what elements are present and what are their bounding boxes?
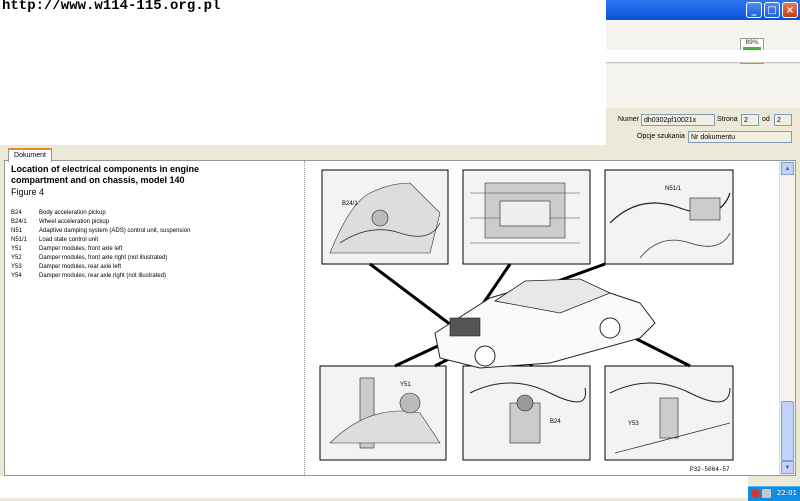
legend-code: N51/1 — [11, 237, 28, 243]
car-illustration — [434, 278, 656, 369]
legend-item: B24/1 Wheel acceleration pickup — [11, 218, 301, 227]
taskbar-clock: 22:01 — [776, 489, 797, 497]
detail-panel-bottom-left — [319, 365, 447, 461]
label-b24-1: B24/1 — [342, 201, 358, 207]
legend-text: Damper modules, front axle right (not il… — [39, 255, 168, 261]
legend-text: Damper modules, rear axle right (not ill… — [39, 273, 167, 279]
scroll-up-button[interactable]: ▲ — [781, 162, 794, 175]
legend-text: Body acceleration pickup — [39, 210, 106, 216]
close-button[interactable]: × — [782, 2, 798, 18]
label-y51: Y51 — [400, 382, 411, 388]
opcje-szukania-label: Opcje szukania — [637, 133, 685, 140]
minimize-button[interactable]: _ — [746, 2, 762, 18]
numer-label: Numer — [618, 116, 640, 123]
legend-code: Y54 — [11, 273, 22, 279]
scroll-thumb[interactable] — [781, 401, 794, 461]
progress-label: 89% — [745, 39, 759, 46]
detail-panel-bottom-right — [604, 365, 734, 461]
url-text: http://www.w114-115.org.pl — [2, 0, 221, 14]
legend-item: Y54 Damper modules, rear axle right (not … — [11, 272, 301, 281]
figure-label: Figure 4 — [11, 187, 45, 197]
legend-item: B24 Body acceleration pickup — [11, 209, 301, 218]
numer-field[interactable]: dh0302pf10021x — [641, 114, 715, 126]
legend-text: Damper modules, rear axle left — [39, 264, 122, 270]
figure-reference: P32-5064-57 — [690, 466, 730, 473]
page-divider — [304, 161, 306, 475]
document-title: Location of electrical components in eng… — [11, 164, 200, 185]
legend-code: B24 — [11, 210, 22, 216]
label-b24: B24 — [550, 419, 561, 425]
bottom-white-band — [0, 476, 748, 498]
legend-item: N51 Adaptive damping system (ADS) control… — [11, 227, 301, 236]
legend-item: Y52 Damper modules, front axle right (not… — [11, 254, 301, 263]
label-n51-1: N51/1 — [665, 186, 682, 192]
component-location-diagram: B24/1 N51/1 Y51 B24 Y53 P32-5064-57 — [319, 169, 734, 473]
legend-item: Y51 Damper modules, front axle left — [11, 245, 301, 254]
detail-panel-top-left — [321, 169, 449, 265]
legend-code: Y52 — [11, 255, 22, 261]
tab-dokument[interactable]: Dokument — [8, 148, 52, 162]
legend-code: Y51 — [11, 246, 22, 252]
scroll-down-button[interactable]: ▼ — [781, 461, 794, 474]
tray-network-icon[interactable] — [762, 489, 771, 498]
legend-item: N51/1 Load state control unit — [11, 236, 301, 245]
vertical-scrollbar[interactable]: ▲ ▼ — [779, 161, 795, 475]
taskbar-tray: 22:01 — [748, 486, 800, 501]
search-options-select[interactable]: Nr dokumentu — [688, 131, 792, 143]
legend-text: Adaptive damping system (ADS) control un… — [39, 228, 191, 234]
tray-alert-icon[interactable] — [751, 489, 760, 498]
document-pane: Location of electrical components in eng… — [4, 160, 796, 476]
url-banner: http://www.w114-115.org.pl — [0, 0, 606, 145]
legend-code: N51 — [11, 228, 23, 234]
detail-panel-bottom-middle — [462, 365, 591, 461]
legend-text: Wheel acceleration pickup — [39, 219, 110, 225]
legend-item: Y53 Damper modules, rear axle left — [11, 263, 301, 272]
strona-field[interactable]: 2 — [741, 114, 759, 126]
component-legend: B24 Body acceleration pickup B24/1 Wheel a… — [11, 209, 301, 281]
legend-text: Damper modules, front axle left — [39, 246, 123, 252]
maximize-button[interactable]: □ — [764, 2, 780, 18]
od-label: od — [762, 116, 770, 123]
strona-label: Strona — [717, 116, 738, 123]
od-field: 2 — [774, 114, 792, 126]
detail-panel-top-right — [604, 169, 734, 265]
label-y53: Y53 — [628, 421, 639, 427]
legend-text: Load state control unit — [39, 237, 99, 243]
window-controls: _ □ × — [746, 2, 798, 18]
legend-code: B24/1 — [11, 219, 27, 225]
detail-panel-top-middle — [462, 169, 591, 265]
legend-code: Y53 — [11, 264, 22, 270]
